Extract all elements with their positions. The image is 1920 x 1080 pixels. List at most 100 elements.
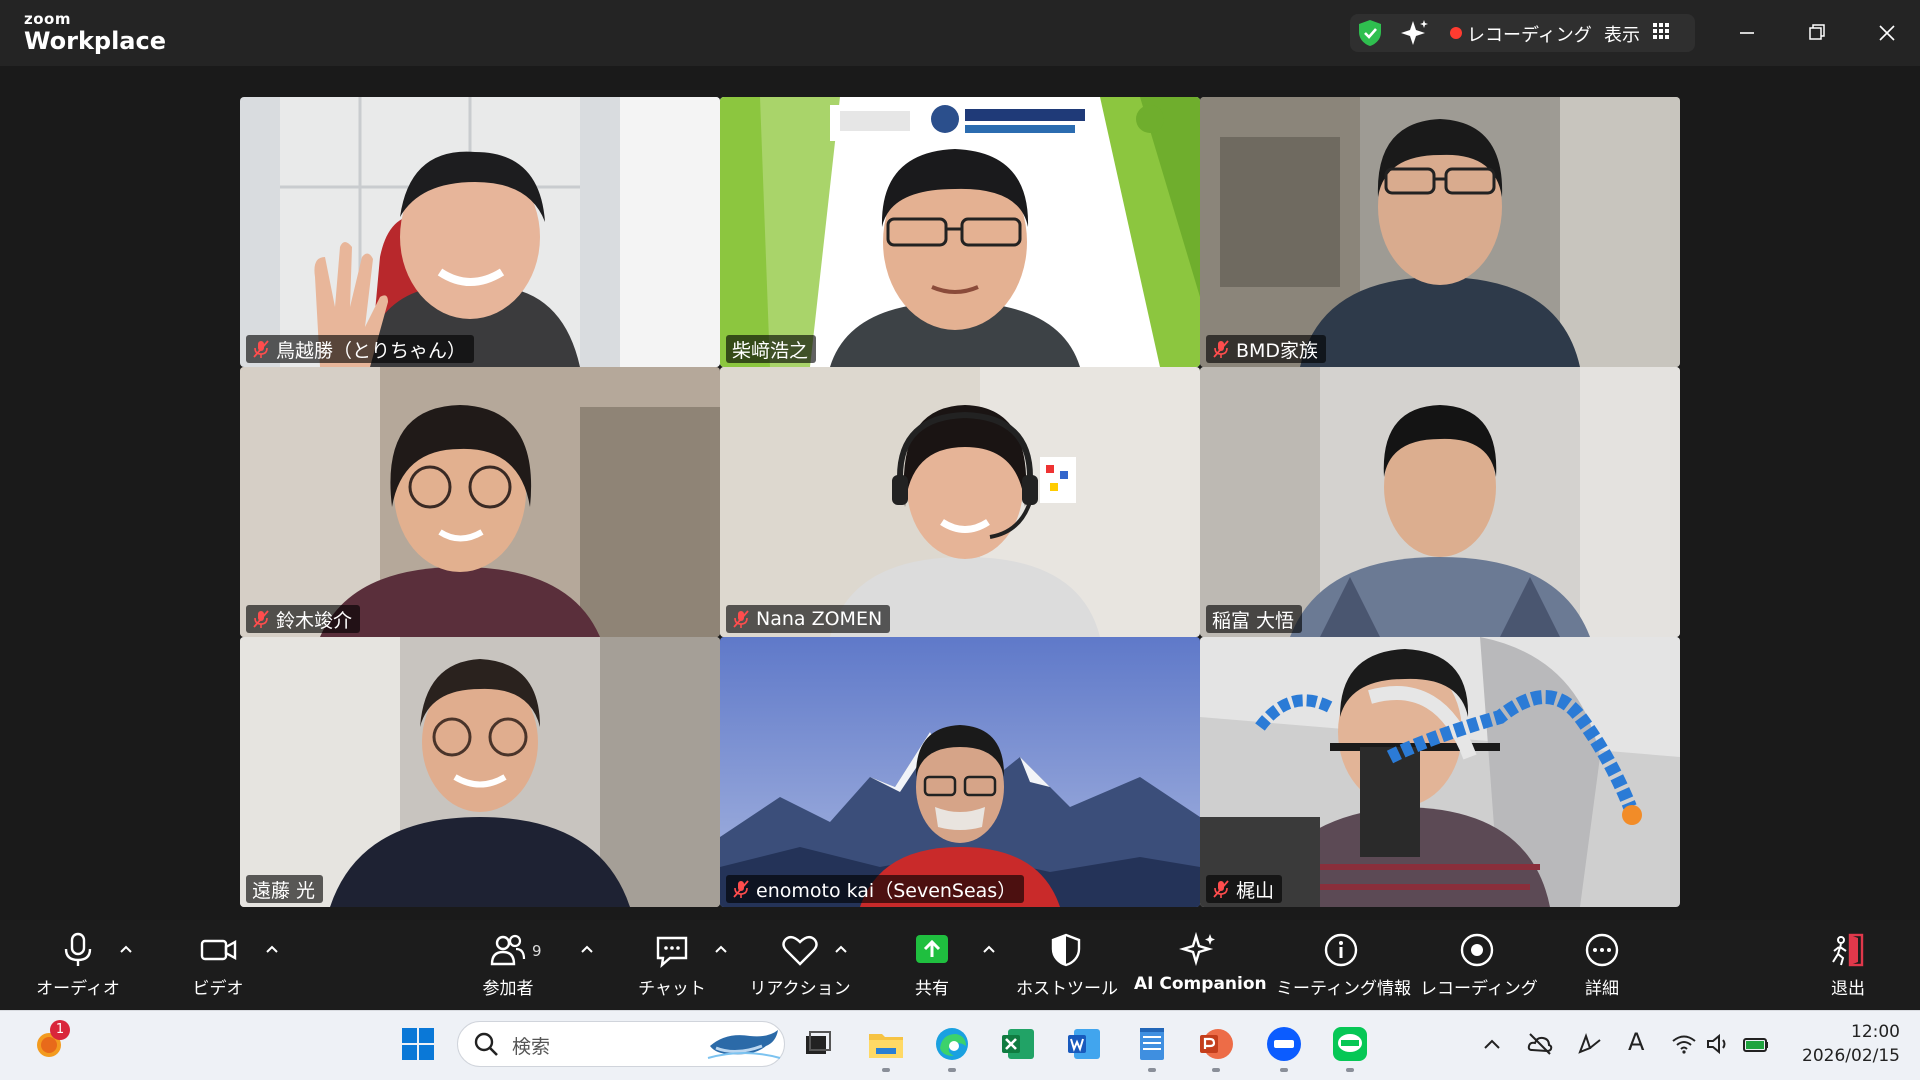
audio-button[interactable]: オーディオ — [36, 932, 120, 1004]
ai-companion-button[interactable]: AI Companion — [1134, 932, 1267, 1004]
running-indicator — [1212, 1068, 1220, 1072]
mic-muted-icon — [1213, 880, 1229, 898]
encryption-shield-icon[interactable] — [1356, 18, 1384, 48]
share-screen-icon — [916, 935, 948, 963]
minimize-icon[interactable] — [1730, 16, 1764, 50]
video-feed — [240, 97, 720, 367]
notification-badge: 1 — [50, 1020, 70, 1040]
mic-muted-icon — [1213, 340, 1229, 358]
video-feed — [240, 637, 720, 907]
chevron-up-icon[interactable] — [1478, 1030, 1506, 1058]
video-tile[interactable]: 鈴木竣介 — [240, 367, 720, 637]
chat-button[interactable]: チャット — [630, 932, 714, 1004]
zoom-app-icon[interactable] — [1264, 1024, 1304, 1064]
chevron-up-icon[interactable] — [834, 944, 848, 954]
leave-door-icon — [1832, 933, 1864, 967]
app-logo: zoom Workplace — [24, 10, 167, 55]
participant-name: Nana ZOMEN — [756, 608, 883, 630]
excel-icon[interactable] — [998, 1024, 1038, 1064]
running-indicator — [882, 1068, 890, 1072]
grid-view-icon[interactable] — [1653, 23, 1669, 39]
close-icon[interactable] — [1870, 16, 1904, 50]
brand-large: Workplace — [24, 27, 167, 55]
video-tile[interactable]: 遠藤 光 — [240, 637, 720, 907]
cloud-offline-icon[interactable] — [1526, 1030, 1554, 1058]
video-feed — [720, 637, 1200, 907]
recording-dot — [1450, 27, 1462, 39]
participant-name-label: Nana ZOMEN — [726, 605, 891, 633]
chat-label: チャット — [638, 979, 706, 999]
more-icon — [1585, 933, 1619, 967]
video-feed — [1200, 637, 1680, 907]
participant-name-label: 鳥越勝（とりちゃん） — [246, 335, 475, 363]
windows-start-icon[interactable] — [398, 1024, 438, 1064]
video-tile[interactable]: 梶山 — [1200, 637, 1680, 907]
participant-name: 鈴木竣介 — [276, 609, 353, 632]
recording-label: レコーディング — [1420, 979, 1538, 999]
record-icon — [1460, 933, 1494, 967]
video-feed — [1200, 97, 1680, 367]
pen-input-icon[interactable] — [1576, 1030, 1604, 1058]
file-explorer-icon[interactable] — [866, 1024, 906, 1064]
word-icon[interactable] — [1064, 1024, 1104, 1064]
restore-icon[interactable] — [1800, 16, 1834, 50]
participants-count: 9 — [532, 942, 542, 960]
participant-name-label: 鈴木竣介 — [246, 605, 361, 633]
line-app-icon[interactable] — [1330, 1024, 1370, 1064]
video-button[interactable]: ビデオ — [176, 932, 260, 1004]
volume-icon[interactable] — [1704, 1030, 1732, 1058]
ai-companion-label: AI Companion — [1134, 974, 1267, 994]
chevron-up-icon[interactable] — [982, 944, 996, 954]
battery-icon[interactable] — [1742, 1030, 1770, 1058]
video-tile[interactable]: enomoto kai（SevenSeas） — [720, 637, 1200, 907]
video-tile-active-speaker[interactable]: 柴﨑浩之 — [720, 97, 1200, 367]
participant-name-label: enomoto kai（SevenSeas） — [726, 875, 1025, 903]
participant-name: 鳥越勝（とりちゃん） — [276, 339, 467, 362]
video-tile[interactable]: Nana ZOMEN — [720, 367, 1200, 637]
participant-name-label: BMD家族 — [1206, 335, 1327, 363]
task-view-icon[interactable] — [798, 1024, 838, 1064]
participants-icon — [490, 934, 526, 966]
participant-name: 稲富 大悟 — [1212, 609, 1295, 632]
reactions-button[interactable]: リアクション — [748, 932, 852, 1004]
notepad-icon[interactable] — [1132, 1024, 1172, 1064]
search-placeholder: 検索 — [512, 1036, 551, 1058]
mic-muted-icon — [253, 340, 269, 358]
share-button[interactable]: 共有 — [890, 932, 974, 1004]
mic-muted-icon — [253, 610, 269, 628]
ime-indicator[interactable]: A — [1628, 1028, 1644, 1056]
chat-icon — [656, 936, 688, 968]
brand-small: zoom — [24, 10, 71, 28]
system-clock[interactable]: 12:00 2026/02/15 — [1790, 1020, 1900, 1068]
wifi-icon[interactable] — [1670, 1030, 1698, 1058]
video-tile[interactable]: 鳥越勝（とりちゃん） — [240, 97, 720, 367]
ai-sparkle-icon[interactable] — [1400, 18, 1430, 48]
mic-muted-icon — [733, 880, 749, 898]
running-indicator — [948, 1068, 956, 1072]
participants-label: 参加者 — [482, 979, 534, 999]
powerpoint-icon[interactable] — [1196, 1024, 1236, 1064]
chevron-up-icon[interactable] — [580, 944, 594, 954]
video-feed — [1200, 367, 1680, 637]
chevron-up-icon[interactable] — [119, 944, 133, 954]
more-button[interactable]: 詳細 — [1560, 932, 1644, 1004]
meeting-info-button[interactable]: ミーティング情報 — [1276, 932, 1411, 1004]
info-icon — [1324, 933, 1358, 967]
recording-status[interactable]: レコーディング — [1467, 21, 1592, 47]
running-indicator — [1148, 1068, 1156, 1072]
participant-name-label: 遠藤 光 — [246, 875, 324, 903]
mic-muted-icon — [733, 610, 749, 628]
video-tile[interactable]: BMD家族 — [1200, 97, 1680, 367]
host-tools-button[interactable]: ホストツール — [1016, 932, 1118, 1004]
video-feed — [720, 97, 1200, 367]
edge-browser-icon[interactable] — [932, 1024, 972, 1064]
running-indicator — [1346, 1068, 1354, 1072]
leave-button[interactable]: 退出 — [1806, 932, 1890, 1004]
leave-label: 退出 — [1831, 979, 1865, 999]
recording-button[interactable]: レコーディング — [1420, 932, 1538, 1004]
chevron-up-icon[interactable] — [265, 944, 279, 954]
view-menu[interactable]: 表示 — [1604, 21, 1640, 47]
ai-sparkle-icon — [1179, 932, 1215, 967]
video-tile[interactable]: 稲富 大悟 — [1200, 367, 1680, 637]
chevron-up-icon[interactable] — [714, 944, 728, 954]
